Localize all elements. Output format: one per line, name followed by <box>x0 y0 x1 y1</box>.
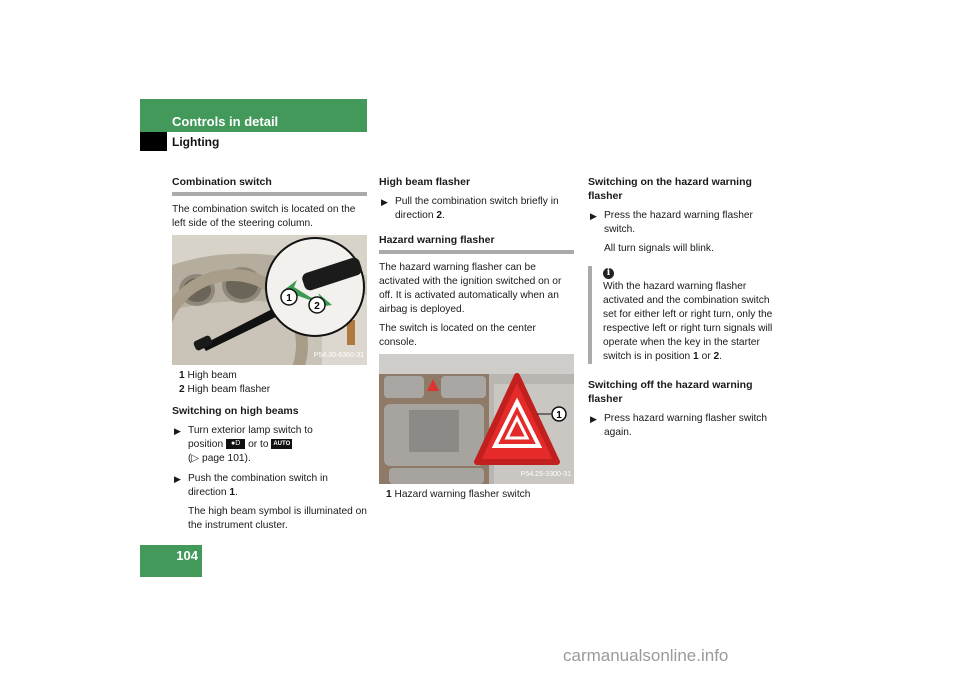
heading-switching-on-hazard: Switching on the hazard warning flasher <box>588 176 752 202</box>
hazard-switch-figure: 1 P54.25-3300-31 <box>379 354 574 484</box>
bullet-arrow-icon: ▶ <box>174 426 181 436</box>
figure-code: P54.30-6360-31 <box>313 352 364 359</box>
step-note: The high beam symbol is illuminated on t… <box>188 506 367 531</box>
legend-item: 2 High beam flasher <box>179 384 271 395</box>
column-hazard-flasher: High beam flasher ▶ Pull the combination… <box>379 175 574 502</box>
hazard-intro: The hazard warning flasher can be activa… <box>379 262 562 315</box>
steering-column-illustration: 1 2 <box>172 235 367 365</box>
figure-code: P54.25-3300-31 <box>520 471 571 478</box>
auto-symbol-icon: AUTO <box>271 439 293 450</box>
heading-high-beam-flasher: High beam flasher <box>379 176 471 188</box>
info-icon: i <box>603 268 614 279</box>
legend-item: 1 Hazard warning flasher switch <box>386 489 531 500</box>
hazard-location: The switch is located on the center cons… <box>379 323 536 348</box>
bullet-arrow-icon: ▶ <box>590 211 597 221</box>
subsection-title: Lighting <box>172 135 220 149</box>
callout-1: 1 <box>286 293 292 304</box>
step-item: ▶ Push the combination switch in directi… <box>174 473 328 498</box>
watermark: carmanualsonline.info <box>563 646 729 665</box>
bullet-arrow-icon: ▶ <box>381 197 388 207</box>
combination-switch-figure: 1 2 P54.30-6360-31 <box>172 235 367 365</box>
headlamp-symbol-icon: ●D <box>225 439 246 450</box>
page-reference-link[interactable]: (▷ page 101). <box>188 452 367 466</box>
bullet-arrow-icon: ▶ <box>174 474 181 484</box>
step-item: ▶ Press the hazard warning flasher switc… <box>590 210 753 235</box>
subsection-marker <box>140 132 167 151</box>
callout-1: 1 <box>556 410 562 421</box>
heading-switching-on-high-beams: Switching on high beams <box>172 405 299 417</box>
heading-combination-switch: Combination switch <box>172 176 272 188</box>
info-text: With the hazard warning flasher activate… <box>603 281 773 362</box>
heading-rule <box>172 192 367 196</box>
intro-text: The combination switch is located on the… <box>172 204 356 229</box>
step-note: All turn signals will blink. <box>604 243 714 254</box>
info-note: i With the hazard warning flasher activa… <box>588 266 783 364</box>
column-combination-switch: Combination switch The combination switc… <box>172 175 367 533</box>
figure-legend: 1 Hazard warning flasher switch <box>379 488 574 502</box>
figure-legend: 1 High beam 2 High beam flasher <box>172 369 367 397</box>
page-number-box: 104 <box>140 545 202 577</box>
step-item: ▶ Press hazard warning flasher switch ag… <box>590 413 768 438</box>
section-title: Controls in detail <box>172 114 279 129</box>
legend-item: 1 High beam <box>179 370 237 381</box>
heading-rule <box>379 250 574 254</box>
column-hazard-operation: Switching on the hazard warning flasher … <box>588 175 783 440</box>
step-item: ▶ Pull the combination switch briefly in… <box>381 196 559 221</box>
callout-2: 2 <box>314 301 320 312</box>
heading-hazard-warning-flasher: Hazard warning flasher <box>379 234 495 246</box>
page-number: 104 <box>176 548 198 563</box>
center-console-illustration: 1 <box>379 354 574 484</box>
bullet-arrow-icon: ▶ <box>590 414 597 424</box>
heading-switching-off-hazard: Switching off the hazard warning flasher <box>588 379 753 405</box>
step-item: ▶ Turn exterior lamp switch to position … <box>172 424 367 466</box>
